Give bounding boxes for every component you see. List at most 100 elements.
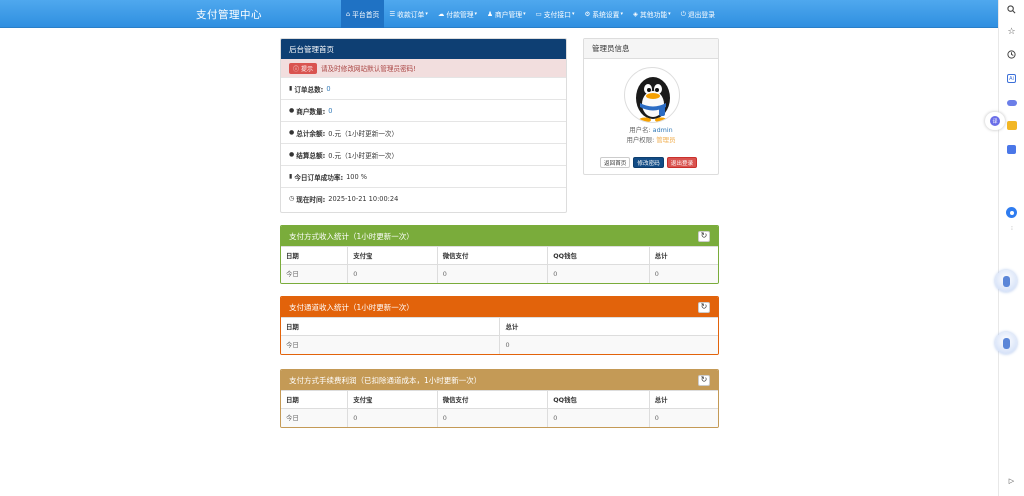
stats-table: 日期 支付宝 微信支付 QQ钱包 总计 今日 0 0 0 0	[281, 246, 718, 283]
caret-down-icon: ▾	[474, 11, 478, 17]
column-header: QQ钱包	[547, 390, 650, 409]
caret-down-icon: ▾	[425, 11, 428, 17]
stats-panel-header: 支付方式收入统计（1小时更新一次） ↻	[281, 226, 718, 246]
table-cell: 0	[547, 408, 650, 427]
bar-chart-icon: ▮	[289, 85, 293, 92]
overview-title: 后台管理首页	[289, 44, 334, 54]
alert-badge: ⓘ 提示	[289, 62, 317, 74]
admin-actions: 返回首页 修改密码 退出登录	[600, 157, 698, 168]
table-header-row: 日期 支付宝 微信支付 QQ钱包 总计	[281, 246, 718, 265]
column-header: 支付宝	[347, 246, 438, 265]
overview-row-label: 今日订单成功率:	[294, 173, 344, 182]
info-icon: ⓘ	[293, 65, 300, 73]
stats-panel: 支付通道收入统计（1小时更新一次） ↻ 日期 总计 今日 0	[280, 296, 719, 355]
user-icon: ♟	[487, 10, 493, 18]
tint-icon: ●	[289, 151, 295, 158]
nav-item-label: 付款管理	[446, 11, 474, 19]
browser-viewport: 支付管理中心 ⌂ 平台首页 ☰ 收款订单 ▾ ☁ 付款管理 ▾ ♟ 商户管理 ▾ ▭ 支付接口 ▾ ⚙ 系统设…	[0, 0, 998, 496]
caret-down-icon: ▾	[620, 11, 623, 17]
table-header-row: 日期 总计	[281, 317, 718, 336]
column-header: 总计	[648, 246, 718, 265]
table-cell: 0	[347, 408, 438, 427]
refresh-icon[interactable]: ↻	[698, 374, 710, 386]
overview-row-label: 结算总额:	[296, 151, 326, 160]
nav-item-credit-card[interactable]: ▭ 支付接口 ▾	[531, 0, 580, 28]
overview-row-value[interactable]: 0	[326, 85, 330, 93]
table-cell: 0	[436, 408, 548, 427]
column-header: QQ钱包	[547, 246, 650, 265]
overview-row-value: 2025-10-21 10:00:24	[328, 194, 399, 203]
column-header: 微信支付	[436, 390, 548, 409]
overview-row-value[interactable]: 0	[328, 107, 332, 115]
nav-item-label: 平台首页	[352, 11, 380, 19]
expand-tab-icon[interactable]: 译	[985, 112, 1005, 130]
table-header-row: 日期 支付宝 微信支付 QQ钱包 总计	[281, 390, 718, 409]
bar-chart-icon: ▮	[289, 173, 293, 180]
nav-item-shield[interactable]: ◈ 其他功能 ▾	[628, 0, 676, 28]
stats-table: 日期 总计 今日 0	[281, 317, 718, 354]
penguin-avatar-icon	[636, 77, 670, 122]
browser-sidebar: ☆ Ai 译 ⁝ ▷	[985, 0, 1024, 496]
nav-item-list[interactable]: ☰ 收款订单 ▾	[384, 0, 433, 28]
overview-row: ◷ 现在时间: 2025-10-21 10:00:24	[281, 187, 566, 209]
admin-title: 管理员信息	[592, 44, 630, 53]
nav-item-power[interactable]: ⏻ 退出登录	[676, 0, 720, 28]
ai-icon[interactable]: Ai	[1005, 72, 1018, 85]
change-password-button[interactable]: 修改密码	[633, 157, 664, 168]
back-home-button[interactable]: 返回首页	[600, 157, 631, 168]
table-row: 今日 0 0 0 0	[281, 264, 718, 283]
collapse-sidebar-icon[interactable]: ▷	[1005, 474, 1018, 487]
gear-icon: ⚙	[584, 10, 591, 18]
nav-item-gear[interactable]: ⚙ 系统设置 ▾	[579, 0, 628, 28]
search-icon[interactable]	[1005, 3, 1018, 16]
floating-widget-icon[interactable]	[995, 332, 1017, 354]
tint-icon: ●	[289, 107, 295, 114]
cloud-icon: ☁	[437, 10, 445, 18]
column-header: 支付宝	[347, 390, 438, 409]
star-icon[interactable]: ☆	[1005, 25, 1018, 38]
overview-row: ▮ 订单总数: 0	[281, 77, 566, 99]
role-value: 管理员	[656, 136, 676, 144]
stats-panel-title: 支付方式收入统计（1小时更新一次）	[289, 231, 414, 241]
logout-button[interactable]: 退出登录	[666, 157, 698, 168]
table-cell: 0	[436, 264, 548, 283]
admin-header: 管理员信息	[584, 39, 718, 59]
nav-item-label: 商户管理	[494, 11, 523, 19]
nav-item-label: 退出登录	[687, 11, 716, 19]
refresh-icon[interactable]: ↻	[698, 301, 710, 313]
table-cell: 今日	[281, 335, 500, 354]
more-icon[interactable]: ⁝	[1005, 225, 1019, 233]
table-row: 今日 0 0 0 0	[281, 408, 718, 427]
brand-title[interactable]: 支付管理中心	[196, 7, 262, 22]
nav-item-cloud[interactable]: ☁ 付款管理 ▾	[433, 0, 482, 28]
translate-icon[interactable]	[1005, 143, 1018, 156]
gamepad-icon[interactable]	[1005, 96, 1018, 109]
table-cell: 0	[648, 264, 718, 283]
overview-row: ● 商户数量: 0	[281, 99, 566, 121]
nav-item-label: 系统设置	[592, 11, 620, 19]
list-icon: ☰	[389, 10, 396, 18]
username-label: 用户名:	[629, 126, 651, 134]
stats-table: 日期 支付宝 微信支付 QQ钱包 总计 今日 0 0 0 0	[281, 390, 718, 427]
caret-down-icon: ▾	[571, 11, 575, 17]
clock-icon: ◷	[289, 195, 295, 202]
nav-item-user[interactable]: ♟ 商户管理 ▾	[482, 0, 531, 28]
history-icon[interactable]	[1005, 48, 1018, 61]
gift-icon[interactable]	[1005, 119, 1018, 132]
nav-item-home[interactable]: ⌂ 平台首页	[341, 0, 385, 28]
nav-item-label: 其他功能	[639, 11, 668, 19]
column-header: 总计	[499, 317, 718, 336]
nav-item-label: 支付接口	[543, 11, 571, 19]
column-header: 日期	[281, 317, 500, 336]
table-cell: 0	[499, 335, 718, 354]
stats-panel: 支付方式手续费利润（已扣除通道成本，1小时更新一次） ↻ 日期 支付宝 微信支付 QQ钱包…	[280, 369, 719, 428]
floating-widget-icon[interactable]	[995, 270, 1017, 292]
shield-icon: ◈	[632, 10, 638, 18]
admin-panel: 管理员信息 用户名: admin 用户权限: 管理员 返回首页 修改密码 退出登…	[583, 38, 719, 175]
caret-down-icon: ▾	[523, 11, 526, 17]
refresh-icon[interactable]: ↻	[698, 230, 710, 242]
column-header: 微信支付	[436, 246, 548, 265]
overview-row-value: 0.元（1小时更新一次）	[328, 151, 399, 160]
assistant-icon[interactable]	[1005, 206, 1018, 219]
role-line: 用户权限: 管理员	[584, 135, 718, 144]
